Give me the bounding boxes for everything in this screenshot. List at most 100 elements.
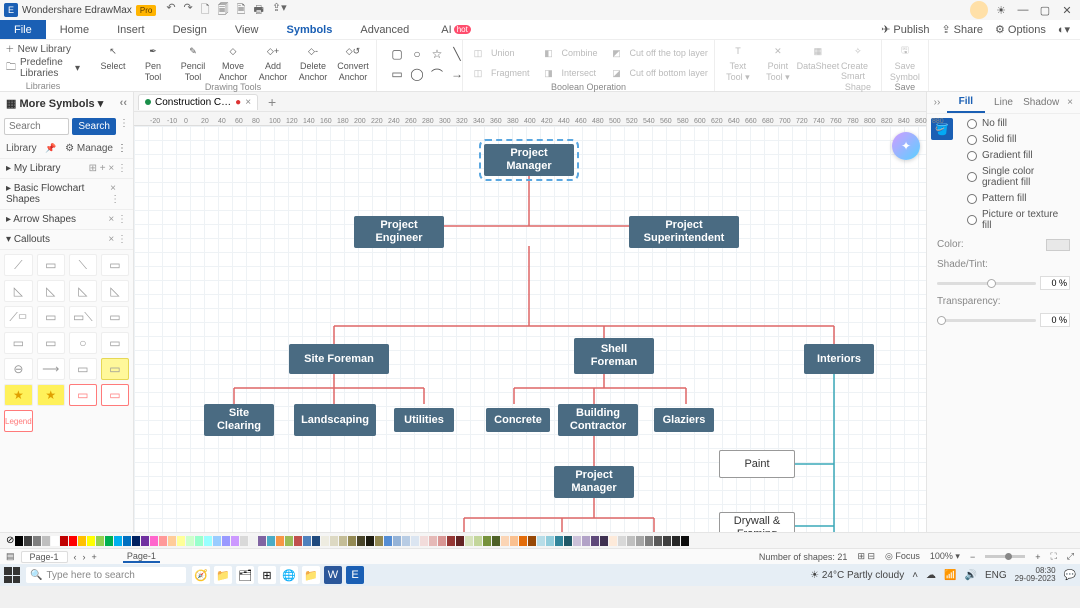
menu-design[interactable]: Design [159,21,221,39]
fragment-button[interactable]: ◫Fragment [469,64,530,82]
color-swatch[interactable] [609,536,617,546]
color-swatch[interactable] [402,536,410,546]
color-swatch[interactable] [438,536,446,546]
transparency-slider[interactable] [937,319,1036,322]
color-swatch[interactable] [240,536,248,546]
export-icon[interactable]: ⇪▾ [272,1,287,20]
rect-icon[interactable]: ▭ [389,66,405,82]
shape-cell[interactable]: ◺ [37,280,65,302]
color-swatch[interactable] [150,536,158,546]
menu-file[interactable]: File [0,20,46,39]
node-project-manager[interactable]: Project Manager [484,144,574,176]
shape-cell[interactable]: ▭ [69,358,97,380]
canvas[interactable]: Project Manager Project Engineer Project… [134,126,926,532]
taskbar-search[interactable]: 🔍 Type here to search [26,567,186,583]
color-swatch[interactable] [555,536,563,546]
shape-cell[interactable]: ▭⟍ [69,306,97,328]
share-button[interactable]: ⇪ Share [941,23,983,36]
star-icon[interactable]: ☆ [429,46,445,62]
task-icon[interactable]: 🧭 [192,566,210,584]
tray-chevron-icon[interactable]: ˄ [912,570,918,581]
fill-opt-picture[interactable]: Picture or texture fill [967,209,1070,231]
color-swatch[interactable] [564,536,572,546]
doc-tab[interactable]: Construction C… ● × [138,94,258,110]
delete-anchor-tool[interactable]: ◇-DeleteAnchor [296,42,330,82]
color-swatch[interactable] [96,536,104,546]
fit-icon[interactable]: ⛶ [1050,551,1056,562]
tray-lang-icon[interactable]: ENG [985,570,1007,581]
shape-preset-grid[interactable]: ▢ ○ ☆ ╲ ▭ ◯ ⌒ → [383,42,456,82]
color-swatch[interactable] [114,536,122,546]
pages-icon[interactable]: ▤ [6,551,15,562]
predefine-libraries-button[interactable]: 🗀 Predefine Libraries▾ [6,57,80,79]
color-swatch[interactable] [393,536,401,546]
manage-button[interactable]: ⚙ Manage [65,143,113,154]
node-utilities[interactable]: Utilities [394,408,454,432]
color-swatch[interactable] [384,536,392,546]
color-swatch[interactable] [510,536,518,546]
tab-shadow[interactable]: Shadow [1022,93,1060,112]
color-swatch[interactable] [78,536,86,546]
section-basic-flowchart[interactable]: ▸ Basic Flowchart Shapes × ⋮ [0,179,133,210]
shade-value[interactable]: 0 % [1040,276,1070,290]
task-icon[interactable]: 🗂 [236,566,254,584]
add-anchor-tool[interactable]: ◇+AddAnchor [256,42,290,82]
union-button[interactable]: ◫Union [469,44,530,62]
color-swatch[interactable] [645,536,653,546]
color-swatch[interactable] [672,536,680,546]
color-swatch[interactable] [276,536,284,546]
color-swatch[interactable] [24,536,32,546]
color-swatch[interactable] [267,536,275,546]
node-site-foreman[interactable]: Site Foreman [289,344,389,374]
print-icon[interactable]: 🖶 [253,1,263,20]
task-icon[interactable]: 📁 [214,566,232,584]
help-icon[interactable]: ◐▾ [1058,23,1070,36]
clock[interactable]: 08:30 29-09-2023 [1015,567,1056,583]
square-icon[interactable]: ▢ [389,46,405,62]
color-swatch[interactable] [600,536,608,546]
menu-view[interactable]: View [221,21,273,39]
shape-cell[interactable]: ▭ [101,306,129,328]
color-swatch[interactable] [159,536,167,546]
color-swatch[interactable] [42,536,50,546]
node-shell-foreman[interactable]: Shell Foreman [574,338,654,374]
shape-cell[interactable]: ⟋ [4,254,33,276]
toggle-icon[interactable]: ⊞ ⊟ [857,551,875,562]
color-swatch[interactable] [483,536,491,546]
color-swatch[interactable] [204,536,212,546]
color-swatch[interactable] [546,536,554,546]
color-swatch[interactable] [618,536,626,546]
color-swatch[interactable] [465,536,473,546]
section-my-library[interactable]: ▸ My Library ⊞ + × ⋮ [0,159,133,179]
color-swatch[interactable] [51,536,59,546]
node-landscaping[interactable]: Landscaping [294,404,376,436]
color-swatch[interactable] [330,536,338,546]
color-swatch[interactable] [447,536,455,546]
color-swatch[interactable] [456,536,464,546]
notification-icon[interactable] [970,1,988,19]
color-swatch[interactable] [195,536,203,546]
combine-button[interactable]: ◧Combine [540,44,598,62]
select-tool[interactable]: ↖Select [96,42,130,82]
task-icon[interactable]: W [324,566,342,584]
fill-opt-gradient[interactable]: Gradient fill [967,150,1070,161]
node-drywall-framing[interactable]: Drywall & Framing [719,512,795,532]
color-swatch[interactable] [582,536,590,546]
color-swatch[interactable] [168,536,176,546]
circle-icon[interactable]: ○ [409,46,425,62]
shape-cell[interactable]: ○ [69,332,97,354]
color-swatch[interactable] [15,536,23,546]
redo-icon[interactable]: ↷ [184,1,193,20]
menu-ai[interactable]: AI hot [427,21,485,39]
shape-cell[interactable]: ▭ [37,332,65,354]
menu-advanced[interactable]: Advanced [346,21,423,39]
tray-notif-icon[interactable]: 💬 [1064,570,1076,581]
node-project-engineer[interactable]: Project Engineer [354,216,444,248]
zoom-out-icon[interactable]: − [970,552,975,562]
color-swatch[interactable] [258,536,266,546]
datasheet-button[interactable]: ▦DataSheet [801,42,835,92]
color-swatch[interactable] [663,536,671,546]
point-tool[interactable]: ✕PointTool ▾ [761,42,795,92]
theme-icon[interactable]: ☀ [992,1,1010,19]
color-swatch[interactable] [177,536,185,546]
